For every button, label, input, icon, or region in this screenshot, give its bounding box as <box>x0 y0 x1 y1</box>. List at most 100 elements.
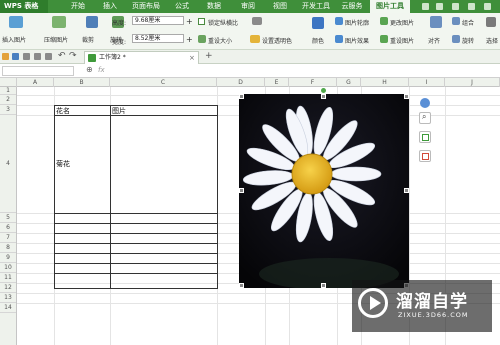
cell-b4[interactable]: 菊花 <box>56 159 70 169</box>
format-painter-icon[interactable] <box>45 53 52 60</box>
row-header-8[interactable]: 8 <box>0 243 16 253</box>
tab-review[interactable]: 审阅 <box>236 0 260 13</box>
formula-input[interactable] <box>110 66 498 76</box>
width-plus-button[interactable]: + <box>186 35 193 44</box>
tab-developer[interactable]: 开发工具 <box>298 0 334 13</box>
row-header-7[interactable]: 7 <box>0 233 16 243</box>
compress-picture-button[interactable]: 压缩图片 <box>44 35 68 44</box>
tab-picture-tools[interactable]: 图片工具 <box>370 0 410 13</box>
save-icon[interactable] <box>12 53 19 60</box>
change-picture-button[interactable]: 更改图片 <box>390 18 414 27</box>
tab-data[interactable]: 数据 <box>202 0 226 13</box>
rotate2-button[interactable]: 旋转 <box>462 36 474 45</box>
app-logo[interactable]: WPS 表格 <box>0 0 48 13</box>
row-headers: 1 2 3 4 5 6 7 8 9 10 11 12 13 14 <box>0 87 17 345</box>
row-header-12[interactable]: 12 <box>0 283 16 293</box>
select-button[interactable]: 选择 <box>486 36 498 45</box>
color-button[interactable]: 颜色 <box>312 36 324 45</box>
insert-picture-icon <box>9 16 23 28</box>
crop-tool-button[interactable] <box>419 131 431 143</box>
zoom-formula-icon[interactable]: ⊕ <box>86 65 93 74</box>
crop-button[interactable]: 裁剪 <box>82 35 94 44</box>
row-header-10[interactable]: 10 <box>0 263 16 273</box>
column-header-e[interactable]: E <box>265 78 289 87</box>
height-plus-button[interactable]: + <box>186 17 193 26</box>
tab-home[interactable]: 开始 <box>64 0 92 13</box>
print-preview-icon[interactable] <box>34 53 41 60</box>
resize-handle-sw[interactable] <box>239 283 244 288</box>
tab-page-layout[interactable]: 页面布局 <box>128 0 164 13</box>
resize-handle-e[interactable] <box>404 188 409 193</box>
row-header-5[interactable]: 5 <box>0 213 16 223</box>
skin-icon[interactable] <box>422 3 429 10</box>
print-icon[interactable] <box>23 53 30 60</box>
daisy-picture[interactable] <box>239 94 409 288</box>
tab-view[interactable]: 视图 <box>268 0 292 13</box>
picture-outline-icon <box>335 17 343 25</box>
resize-handle-s[interactable] <box>321 283 326 288</box>
document-tab[interactable]: 工作簿2 * × <box>84 51 199 64</box>
new-tab-icon[interactable]: + <box>205 51 213 61</box>
insert-picture-button[interactable]: 插入图片 <box>2 35 26 44</box>
row-header-6[interactable]: 6 <box>0 223 16 233</box>
row-header-13[interactable]: 13 <box>0 293 16 303</box>
cell-c3[interactable]: 图片 <box>112 106 126 116</box>
width-input[interactable]: 8.52厘米 <box>132 34 184 43</box>
rotate-handle[interactable] <box>321 88 326 93</box>
layout-tool-button[interactable] <box>419 150 431 162</box>
select-all-corner[interactable] <box>0 78 17 87</box>
resize-handle-nw[interactable] <box>239 94 244 99</box>
row-header-2[interactable]: 2 <box>0 95 16 105</box>
undo-icon[interactable]: ↶ <box>58 51 66 61</box>
collapse-tools-icon[interactable] <box>420 98 430 108</box>
column-header-a[interactable]: A <box>17 78 54 87</box>
transparency-icon <box>252 17 262 25</box>
group-button[interactable]: 组合 <box>462 18 474 27</box>
watermark-brand: 溜溜自学 <box>396 292 468 312</box>
tab-formula[interactable]: 公式 <box>170 0 194 13</box>
align-button[interactable]: 对齐 <box>428 36 440 45</box>
tab-insert[interactable]: 插入 <box>96 0 124 13</box>
table-border <box>54 273 218 274</box>
play-logo-icon <box>358 288 388 318</box>
tab-cloud[interactable]: 云服务 <box>338 0 366 13</box>
column-header-h[interactable]: H <box>361 78 409 87</box>
settings-icon[interactable] <box>436 3 443 10</box>
column-header-c[interactable]: C <box>110 78 217 87</box>
row-header-3[interactable]: 3 <box>0 105 16 115</box>
resize-handle-n[interactable] <box>321 94 326 99</box>
column-header-g[interactable]: G <box>337 78 361 87</box>
zoom-picture-button[interactable]: ⌕ <box>419 112 431 124</box>
row-header-1[interactable]: 1 <box>0 87 16 95</box>
column-header-d[interactable]: D <box>217 78 265 87</box>
help-icon[interactable] <box>452 3 459 10</box>
compress-picture-icon <box>52 16 66 28</box>
crop-tool-icon <box>422 134 429 141</box>
row-header-11[interactable]: 11 <box>0 273 16 283</box>
open-folder-icon[interactable] <box>2 53 9 60</box>
column-header-f[interactable]: F <box>289 78 337 87</box>
picture-effects-button[interactable]: 图片效果 <box>345 36 369 45</box>
reset-size-button[interactable]: 重设大小 <box>208 36 232 45</box>
quick-access-bar: ↶ ↷ 工作簿2 * × + <box>0 50 500 64</box>
column-header-b[interactable]: B <box>54 78 110 87</box>
set-transparent-button[interactable]: 设置透明色 <box>262 36 292 45</box>
resize-handle-w[interactable] <box>239 188 244 193</box>
row-header-4[interactable]: 4 <box>0 115 16 213</box>
height-input[interactable]: 9.68厘米 <box>132 16 184 25</box>
close-tab-icon[interactable]: × <box>189 52 195 64</box>
name-box[interactable] <box>2 66 74 76</box>
picture-outline-button[interactable]: 图片轮廓 <box>345 18 369 27</box>
reset-picture-button[interactable]: 重设图片 <box>390 36 414 45</box>
resize-handle-ne[interactable] <box>404 94 409 99</box>
row-header-9[interactable]: 9 <box>0 253 16 263</box>
insert-function-button[interactable]: fx <box>98 66 105 74</box>
column-header-i[interactable]: I <box>409 78 445 87</box>
feedback-icon[interactable] <box>468 3 475 10</box>
minimize-ribbon-icon[interactable] <box>484 3 491 10</box>
lock-ratio-checkbox[interactable] <box>198 18 205 25</box>
cell-b3[interactable]: 花名 <box>56 106 70 116</box>
column-header-j[interactable]: J <box>445 78 500 87</box>
redo-icon[interactable]: ↷ <box>69 51 77 61</box>
row-header-14[interactable]: 14 <box>0 303 16 313</box>
